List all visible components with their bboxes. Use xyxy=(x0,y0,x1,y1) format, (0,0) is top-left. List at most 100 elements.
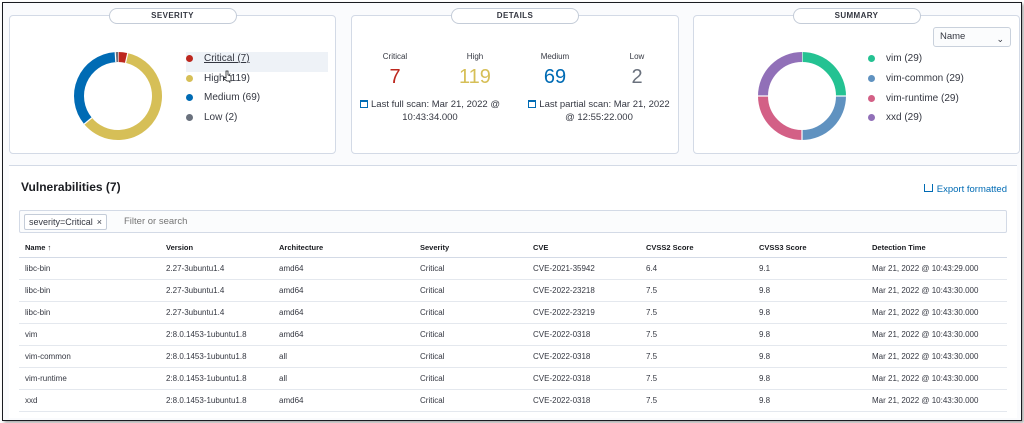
summary-panel-title: SUMMARY xyxy=(792,8,921,24)
summary-legend-item-vim-common[interactable]: vim-common (29) xyxy=(868,72,1008,92)
app-window: SEVERITY Critical (7) High (119) Medium (6… xyxy=(2,2,1022,421)
legend-dot-icon xyxy=(186,113,193,121)
cell-architecture: amd64 xyxy=(273,257,414,280)
cell-version: 2.27-3ubuntu1.4 xyxy=(160,279,273,302)
last-full-scan-text: Last full scan: Mar 21, 2022 @ 10:43:34.… xyxy=(371,99,500,123)
column-header-name[interactable]: Name ↑ xyxy=(19,238,160,258)
column-header-version[interactable]: Version xyxy=(160,238,273,258)
column-header-cvss3-score[interactable]: CVSS3 Score xyxy=(753,238,866,258)
last-partial-scan-text: Last partial scan: Mar 21, 2022 @ 12:55:… xyxy=(539,99,670,123)
summary-slice-vim[interactable] xyxy=(801,52,846,97)
table-row[interactable]: xxd 2:8.0.1453-1ubuntu1.8 amd64 Critical CVE… xyxy=(19,389,1007,412)
column-header-severity[interactable]: Severity xyxy=(414,238,527,258)
summary-donut-chart[interactable] xyxy=(756,50,848,142)
cell-severity: Critical xyxy=(414,257,527,280)
table-row[interactable]: libc-bin 2.27-3ubuntu1.4 amd64 Critical CVE-… xyxy=(19,279,1007,302)
table-row[interactable]: vim-runtime 2:8.0.1453-1ubuntu1.8 all Criti… xyxy=(19,367,1007,390)
cell-cvss2-score: 7.5 xyxy=(640,323,753,346)
severity-legend: Critical (7) High (119) Medium (69) Low (2) xyxy=(186,52,328,130)
cell-severity: Critical xyxy=(414,279,527,302)
details-panel: DETAILS Critical 7 High 119 Medium 69 Lo… xyxy=(351,8,679,154)
cell-cvss3-score: 9.8 xyxy=(753,279,866,302)
cell-architecture: all xyxy=(273,367,414,390)
cell-architecture: amd64 xyxy=(273,389,414,412)
stat-high: High 119 xyxy=(440,52,510,89)
stat-low: Low 2 xyxy=(602,52,672,89)
cell-name: libc-bin xyxy=(19,301,160,324)
export-formatted-button[interactable]: Export formatted xyxy=(923,184,1007,195)
summary-panel: SUMMARY Name ⌄ vim (29) vim-common (29) vi… xyxy=(693,8,1020,154)
cell-name: vim xyxy=(19,323,160,346)
summary-legend-label: vim (29) xyxy=(886,53,923,64)
stat-low-value: 2 xyxy=(631,66,643,88)
severity-slice-critical[interactable] xyxy=(117,52,128,63)
cell-severity: Critical xyxy=(414,345,527,368)
stat-critical-value: 7 xyxy=(389,66,401,88)
legend-dot-icon xyxy=(868,94,875,102)
severity-legend-item-high[interactable]: High (119) xyxy=(186,72,328,92)
summary-legend-item-xxd[interactable]: xxd (29) xyxy=(868,111,1008,131)
table-row[interactable]: libc-bin 2.27-3ubuntu1.4 amd64 Critical CVE-… xyxy=(19,257,1007,280)
vulnerabilities-table: Name ↑ Version Architecture Severity CVE CVSS… xyxy=(19,238,1007,412)
severity-slice-medium[interactable] xyxy=(74,52,117,125)
cell-detection-time: Mar 21, 2022 @ 10:43:30.000 xyxy=(866,279,1007,302)
severity-panel: SEVERITY Critical (7) High (119) Medium (6… xyxy=(9,8,336,154)
cell-architecture: amd64 xyxy=(273,279,414,302)
details-panel-title: DETAILS xyxy=(451,8,579,24)
column-header-cve[interactable]: CVE xyxy=(527,238,640,258)
last-partial-scan: Last partial scan: Mar 21, 2022 @ 12:55:… xyxy=(524,98,674,124)
cell-severity: Critical xyxy=(414,301,527,324)
cell-detection-time: Mar 21, 2022 @ 10:43:29.000 xyxy=(866,257,1007,280)
column-header-cvss2-score[interactable]: CVSS2 Score xyxy=(640,238,753,258)
summary-slice-vim-common[interactable] xyxy=(801,95,846,140)
cell-cve: CVE-2022-0318 xyxy=(527,323,640,346)
cell-detection-time: Mar 21, 2022 @ 10:43:30.000 xyxy=(866,367,1007,390)
severity-slice-high[interactable] xyxy=(84,53,162,140)
cell-name: libc-bin xyxy=(19,279,160,302)
legend-dot-icon xyxy=(868,55,875,62)
column-header-detection-time[interactable]: Detection Time xyxy=(866,238,1007,258)
cell-cvss2-score: 7.5 xyxy=(640,367,753,390)
table-header-row: Name ↑ Version Architecture Severity CVE CVSS… xyxy=(19,238,1007,258)
stat-low-label: Low xyxy=(629,52,645,61)
close-icon[interactable]: × xyxy=(97,217,102,227)
cell-cvss3-score: 9.1 xyxy=(753,257,866,280)
cell-version: 2.27-3ubuntu1.4 xyxy=(160,257,273,280)
cell-name: vim-runtime xyxy=(19,367,160,390)
column-header-architecture[interactable]: Architecture xyxy=(273,238,414,258)
summary-legend: vim (29) vim-common (29) vim-runtime (29) x… xyxy=(868,52,1008,131)
legend-dot-icon xyxy=(868,74,875,82)
cell-cvss2-score: 7.5 xyxy=(640,389,753,412)
table-body: libc-bin 2.27-3ubuntu1.4 amd64 Critical CVE-… xyxy=(19,257,1007,412)
cell-name: xxd xyxy=(19,389,160,412)
cell-severity: Critical xyxy=(414,323,527,346)
summary-legend-label: vim-common (29) xyxy=(886,72,964,84)
cell-detection-time: Mar 21, 2022 @ 10:43:30.000 xyxy=(866,389,1007,412)
cell-cvss3-score: 9.8 xyxy=(753,323,866,346)
summary-slice-xxd[interactable] xyxy=(758,52,803,97)
cell-severity: Critical xyxy=(414,367,527,390)
table-row[interactable]: vim-common 2:8.0.1453-1ubuntu1.8 all Critic… xyxy=(19,345,1007,368)
filter-chip[interactable]: severity=Critical × xyxy=(24,214,108,230)
severity-legend-item-medium[interactable]: Medium (69) xyxy=(186,91,328,111)
search-input[interactable] xyxy=(124,216,424,227)
cell-detection-time: Mar 21, 2022 @ 10:43:30.000 xyxy=(866,323,1007,346)
cell-name: vim-common xyxy=(19,345,160,368)
severity-legend-label: Medium (69) xyxy=(204,92,261,103)
severity-donut-chart[interactable] xyxy=(72,50,164,142)
pointer-cursor-icon xyxy=(223,70,232,82)
summary-field-select[interactable]: Name ⌄ xyxy=(933,27,1011,47)
severity-legend-label: Low (2) xyxy=(204,111,238,123)
summary-legend-item-vim-runtime[interactable]: vim-runtime (29) xyxy=(868,92,1008,112)
severity-legend-item-critical[interactable]: Critical (7) xyxy=(186,52,328,72)
table-row[interactable]: libc-bin 2.27-3ubuntu1.4 amd64 Critical CVE-… xyxy=(19,301,1007,324)
summary-legend-item-vim[interactable]: vim (29) xyxy=(868,52,1008,72)
cell-cve: CVE-2022-23218 xyxy=(527,279,640,302)
table-row[interactable]: vim 2:8.0.1453-1ubuntu1.8 amd64 Critical CVE… xyxy=(19,323,1007,346)
cell-name: libc-bin xyxy=(19,257,160,280)
calendar-icon xyxy=(360,100,368,108)
cell-severity: Critical xyxy=(414,389,527,412)
severity-legend-item-low[interactable]: Low (2) xyxy=(186,111,328,131)
summary-slice-vim-runtime[interactable] xyxy=(758,95,803,140)
cell-version: 2:8.0.1453-1ubuntu1.8 xyxy=(160,345,273,368)
